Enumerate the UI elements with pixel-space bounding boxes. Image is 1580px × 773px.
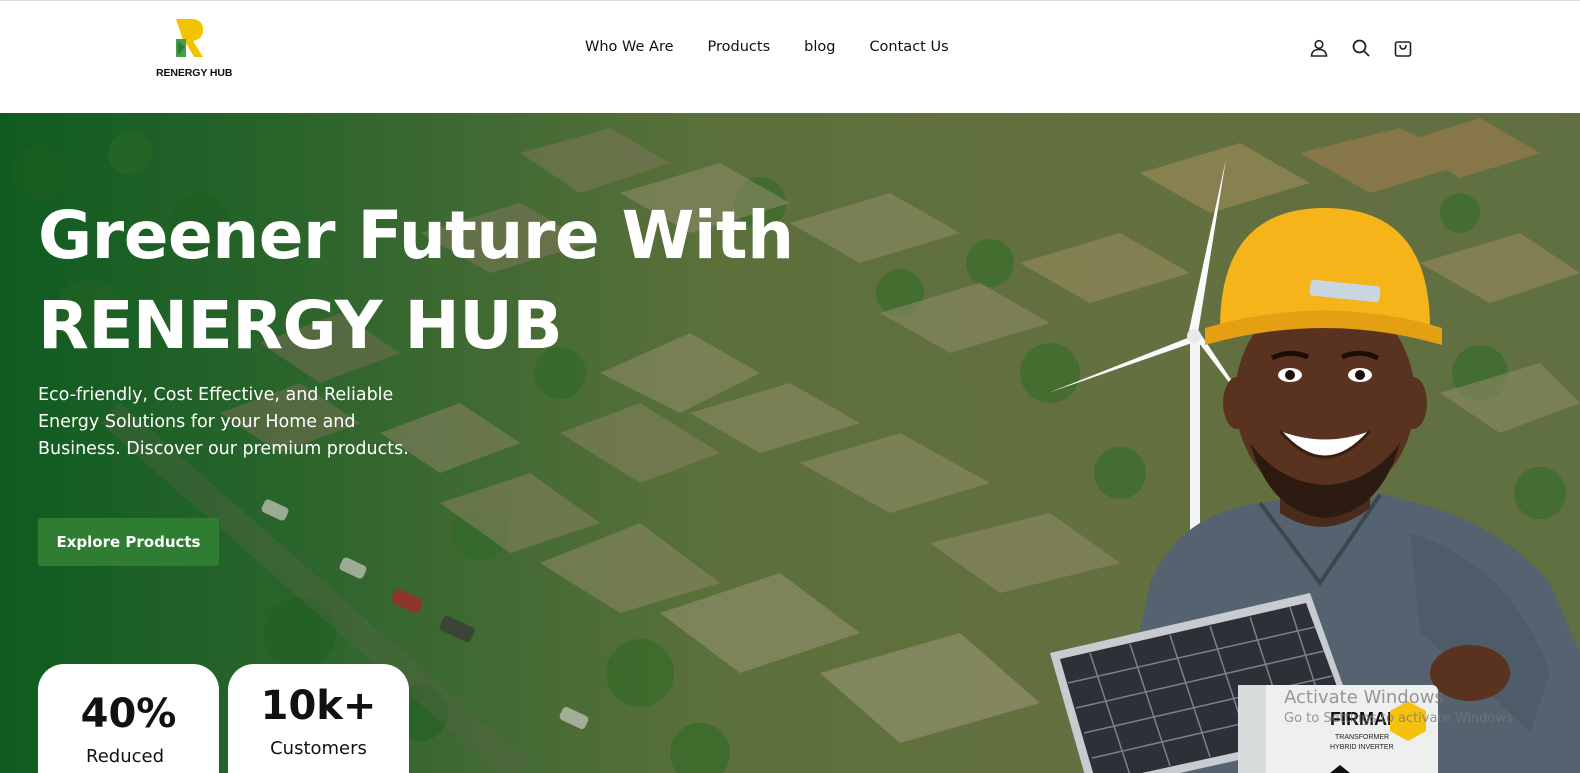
watermark-title: Activate Windows [1284, 687, 1444, 708]
stat-label: Customers [270, 738, 367, 759]
hero-subtitle: Eco-friendly, Cost Effective, and Reliab… [38, 385, 409, 459]
user-icon[interactable] [1308, 37, 1330, 59]
nav-contact-us[interactable]: Contact Us [869, 39, 948, 55]
hero-section: Greener Future With RENERGY HUB Eco-frie… [0, 113, 1580, 773]
hero-title-line2: RENERGY HUB [38, 287, 563, 364]
explore-products-button[interactable]: Explore Products [38, 518, 219, 566]
search-icon[interactable] [1350, 37, 1372, 59]
svg-text:TRANSFORMER: TRANSFORMER [1335, 734, 1389, 741]
logo-mark-icon [176, 19, 203, 57]
stat-label: Reduced [86, 746, 165, 767]
nav-who-we-are[interactable]: Who We Are [585, 39, 674, 55]
hero-person-image: FIRMAN TRANSFORMER HYBRID INVERTER [1048, 159, 1580, 773]
watermark-subtitle: Go to Settings to activate Windows. [1284, 711, 1514, 726]
stat-value: 10k+ [260, 683, 377, 729]
stat-card-reduced: 40% Reduced [38, 664, 219, 773]
svg-text:HYBRID INVERTER: HYBRID INVERTER [1330, 744, 1394, 751]
activate-windows-watermark: Activate Windows Go to Settings to activ… [1284, 686, 1514, 728]
cart-icon[interactable] [1392, 37, 1414, 59]
site-header: RENERGY HUB Who We Are Products blog Con… [0, 0, 1580, 113]
brand-name: RENERGY HUB [156, 67, 233, 79]
brand-logo[interactable]: RENERGY HUB [156, 17, 233, 81]
hero-title-line1: Greener Future With [38, 197, 794, 274]
main-nav: Who We Are Products blog Contact Us [585, 39, 983, 55]
header-actions [1308, 37, 1434, 59]
stat-card-customers: 10k+ Customers [228, 664, 409, 773]
stat-value: 40% [80, 691, 177, 737]
nav-blog[interactable]: blog [804, 39, 835, 55]
nav-products[interactable]: Products [708, 39, 771, 55]
hero-title: Greener Future With RENERGY HUB [38, 191, 838, 371]
